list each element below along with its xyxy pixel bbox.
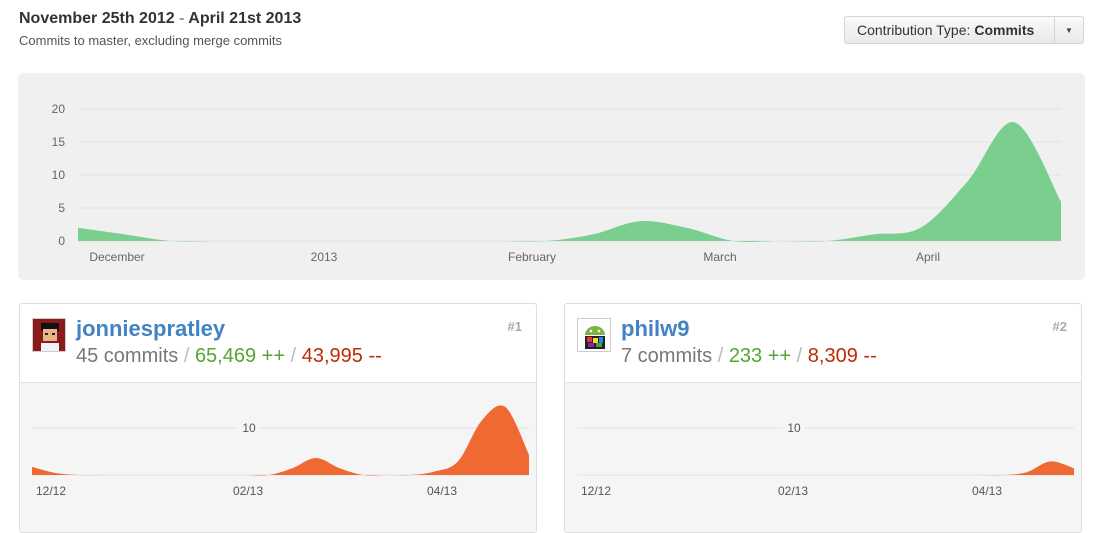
deletions: 8,309 -- (807, 345, 877, 367)
y-tick-label: 20 (52, 102, 66, 116)
contributor-stats: 7 commits / 233 ++ / 8,309 -- (621, 345, 877, 368)
x-tick-label: 12/12 (36, 484, 66, 498)
y-tick-label: 10 (787, 421, 801, 435)
range-end: April 21st 2013 (188, 10, 302, 27)
contributor-header: philw9 #2 7 commits / 233 ++ / 8,309 -- (565, 304, 1081, 383)
x-tick-label: March (703, 250, 736, 264)
header: November 25th 2012 - April 21st 2013 Com… (19, 10, 301, 48)
x-tick-label: 02/13 (233, 484, 263, 498)
contributor-chart: 10 12/12 02/13 04/13 (20, 383, 536, 532)
commits-area (78, 122, 1061, 242)
contributor-chart: 10 12/12 02/13 04/13 (565, 383, 1081, 532)
contributor-stats: 45 commits / 65,469 ++ / 43,995 -- (76, 345, 382, 368)
separator: / (290, 345, 297, 367)
separator: / (717, 345, 724, 367)
contributor-rank: #2 (1052, 319, 1067, 334)
contribution-type-select[interactable]: Contribution Type: Commits ▼ (844, 16, 1084, 44)
y-tick-label: 5 (58, 201, 65, 215)
contributor-rank: #1 (507, 319, 522, 334)
avatar[interactable] (32, 318, 66, 352)
commits-chart-svg: 0 5 10 15 20 December 2013 February March April (52, 102, 1061, 264)
x-tick-label: 2013 (311, 250, 338, 264)
contributor-area (577, 461, 1074, 476)
date-range: November 25th 2012 - April 21st 2013 (19, 10, 301, 28)
chevron-down-icon[interactable]: ▼ (1054, 17, 1083, 43)
range-start: November 25th 2012 (19, 10, 175, 27)
subtitle: Commits to master, excluding merge commi… (19, 33, 282, 48)
contributor-chart-svg: 10 12/12 02/13 04/13 (577, 421, 1074, 498)
additions: 65,469 ++ (194, 345, 286, 367)
separator: / (183, 345, 190, 367)
contributor-area (32, 405, 529, 476)
x-tick-label: April (916, 250, 940, 264)
deletions: 43,995 -- (301, 345, 382, 367)
x-tick-label: December (89, 250, 144, 264)
y-tick-label: 15 (52, 135, 66, 149)
commit-count[interactable]: 45 commits (76, 345, 178, 367)
y-tick-label: 10 (52, 168, 66, 182)
avatar[interactable] (577, 318, 611, 352)
contributor-name[interactable]: philw9 (621, 316, 689, 342)
contributor-card: philw9 #2 7 commits / 233 ++ / 8,309 -- … (564, 303, 1082, 533)
x-tick-label: 04/13 (427, 484, 457, 498)
x-tick-label: 02/13 (778, 484, 808, 498)
x-tick-label: February (508, 250, 556, 264)
x-tick-label: 12/12 (581, 484, 611, 498)
range-dash: - (179, 10, 185, 27)
separator: / (796, 345, 803, 367)
y-tick-label: 0 (58, 234, 65, 248)
commit-count[interactable]: 7 commits (621, 345, 712, 367)
contributor-header: jonniespratley #1 45 commits / 65,469 ++… (20, 304, 536, 383)
commits-chart: 0 5 10 15 20 December 2013 February March April (18, 73, 1085, 280)
contribution-type-label[interactable]: Contribution Type: Commits (845, 17, 1054, 43)
contributor-name[interactable]: jonniespratley (76, 316, 225, 342)
additions: 233 ++ (728, 345, 792, 367)
contributor-card: jonniespratley #1 45 commits / 65,469 ++… (19, 303, 537, 533)
contribution-type-prefix: Contribution Type: (857, 22, 971, 38)
y-tick-label: 10 (242, 421, 256, 435)
contribution-type-value: Commits (974, 22, 1035, 38)
x-tick-label: 04/13 (972, 484, 1002, 498)
contributor-chart-svg: 10 12/12 02/13 04/13 (32, 405, 529, 498)
